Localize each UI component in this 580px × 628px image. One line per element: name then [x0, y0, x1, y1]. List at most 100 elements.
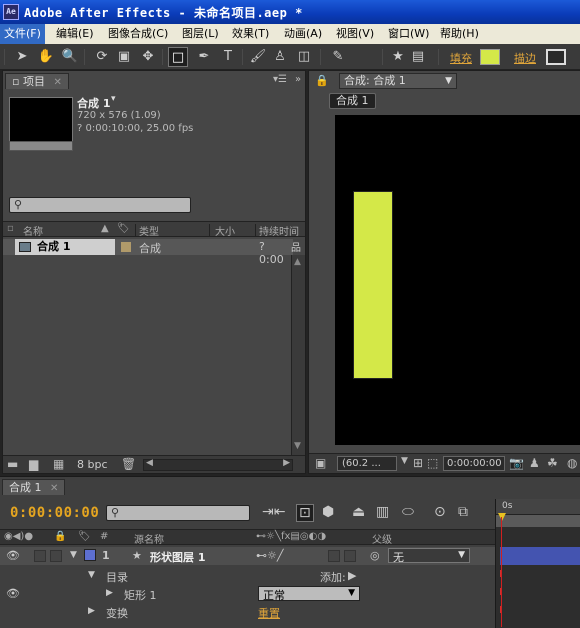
menu-window[interactable]: 窗口(W): [384, 24, 433, 44]
column-name[interactable]: 名称: [23, 223, 43, 238]
reset-link[interactable]: 重置: [258, 605, 280, 621]
current-time[interactable]: 0:00:00:00: [10, 505, 99, 521]
current-time-indicator[interactable]: [498, 513, 506, 627]
lock-icon[interactable]: 🔒: [315, 74, 329, 87]
new-comp-icon[interactable]: ▦: [53, 457, 64, 471]
column-parent[interactable]: 父级: [372, 531, 392, 546]
stroke-color-swatch[interactable]: [546, 49, 566, 65]
panel-options-icon[interactable]: »: [295, 74, 301, 85]
lock-toggle[interactable]: [50, 550, 62, 562]
contents-row[interactable]: ▼ 目录 添加: ▶: [0, 567, 495, 585]
label-column-icon[interactable]: 🏷: [117, 223, 130, 234]
parent-pickwhip-icon[interactable]: ◎: [370, 549, 380, 562]
resolution-icon[interactable]: ◍: [567, 456, 577, 470]
sort-arrow-icon[interactable]: ▲: [101, 223, 109, 234]
tab-project[interactable]: ▫ 项目 ✕: [5, 73, 69, 89]
mask-visibility-icon[interactable]: ⬚: [427, 456, 438, 470]
text-tool-icon[interactable]: T: [218, 47, 238, 67]
timeline-search-input[interactable]: ⚲: [106, 505, 250, 521]
shape-group-name[interactable]: 矩形 1: [124, 587, 157, 603]
column-size[interactable]: 大小: [215, 223, 235, 238]
rectangle-shape[interactable]: [353, 191, 393, 379]
layer-label-color[interactable]: [84, 549, 96, 561]
scroll-up-icon[interactable]: ▲: [294, 257, 301, 267]
project-search-input[interactable]: ⚲: [9, 197, 191, 213]
switches-icon[interactable]: ⊷☼╲fx▤◎◐◑: [256, 531, 326, 542]
comp-dropdown-icon[interactable]: ▾: [111, 94, 116, 104]
chevron-right-icon[interactable]: ▶: [106, 588, 113, 598]
column-duration[interactable]: 持续时间: [259, 223, 299, 238]
scroll-down-icon[interactable]: ▼: [294, 441, 301, 451]
pen-tool-icon[interactable]: ✒: [194, 47, 214, 67]
layer-duration-bar[interactable]: [500, 547, 580, 565]
project-scrollbar[interactable]: ▲ ▼: [291, 255, 305, 455]
time-indicator-head[interactable]: [498, 513, 506, 521]
panel-menu-icon[interactable]: ▾☰: [273, 74, 287, 85]
motion-blur-icon[interactable]: ⬭: [402, 504, 414, 520]
layer-row[interactable]: 👁 ▼ 1 ★ 形状图层 1 ⊷☼╱ ◎ 无 ▼: [0, 547, 495, 565]
graph-editor-icon[interactable]: ⊙: [434, 504, 446, 520]
eraser-tool-icon[interactable]: ◫: [294, 47, 314, 67]
3d-layer-toggle[interactable]: [344, 550, 356, 562]
solo-toggle[interactable]: [34, 550, 46, 562]
draft-3d-icon[interactable]: ⬢: [322, 504, 334, 520]
fill-color-swatch[interactable]: [480, 49, 500, 65]
brainstorm-icon[interactable]: ⧉: [458, 504, 468, 520]
composition-canvas[interactable]: [335, 115, 580, 445]
trash-icon[interactable]: 🗑: [121, 457, 136, 471]
comp-breadcrumb[interactable]: 合成 1: [329, 93, 376, 109]
menu-effect[interactable]: 效果(T): [228, 24, 273, 44]
shape-group-row[interactable]: 👁 ▶ 矩形 1 正常 ▼: [0, 585, 495, 603]
composition-viewer-dropdown[interactable]: 合成: 合成 1 ▼: [339, 73, 457, 89]
comp-mini-flowchart-icon[interactable]: ⇥⇤: [262, 504, 285, 520]
menu-animation[interactable]: 动画(A): [280, 24, 326, 44]
time-ruler[interactable]: 0s: [496, 499, 580, 515]
selection-tool-icon[interactable]: ➤: [12, 47, 32, 67]
label-color-swatch[interactable]: [121, 242, 131, 252]
stroke-label[interactable]: 描边: [514, 50, 536, 66]
work-area-bar[interactable]: [496, 515, 580, 527]
lock-column-icon[interactable]: 🔒: [54, 531, 66, 542]
close-icon[interactable]: ✕: [50, 483, 58, 494]
scroll-left-icon[interactable]: ◀: [146, 458, 153, 468]
layer-switches-icon[interactable]: ⊷☼╱: [256, 549, 283, 562]
motion-blur-toggle[interactable]: [328, 550, 340, 562]
fill-label[interactable]: 填充: [450, 50, 472, 66]
interpret-footage-icon[interactable]: ▬: [7, 457, 18, 471]
brush-tool-icon[interactable]: 🖌: [248, 47, 268, 67]
column-source-name[interactable]: 源名称: [134, 531, 164, 546]
layer-name[interactable]: 形状图层 1: [150, 549, 205, 565]
eye-icon[interactable]: 👁: [6, 549, 20, 562]
label-column-icon[interactable]: 🏷: [78, 531, 91, 542]
project-hscrollbar[interactable]: ◀ ▶: [143, 458, 293, 471]
local-axis-icon[interactable]: ▤: [408, 47, 428, 67]
frame-blending-icon[interactable]: ▥: [376, 504, 389, 520]
menu-view[interactable]: 视图(V): [332, 24, 378, 44]
parent-dropdown[interactable]: 无 ▼: [388, 548, 470, 564]
blend-mode-dropdown[interactable]: 正常 ▼: [258, 586, 360, 602]
puppet-pin-tool-icon[interactable]: ✎: [328, 47, 348, 67]
transform-row[interactable]: ▶ 变换 重置: [0, 603, 495, 621]
hand-tool-icon[interactable]: ✋: [36, 47, 56, 67]
bit-depth[interactable]: 8 bpc: [77, 458, 108, 471]
pan-behind-tool-icon[interactable]: ✥: [138, 47, 158, 67]
chevron-down-icon[interactable]: ▼: [88, 570, 95, 580]
star-icon[interactable]: ★: [388, 47, 408, 67]
channel-icon[interactable]: ☘: [547, 456, 558, 470]
zoom-level[interactable]: (60.2 ...: [337, 456, 397, 471]
live-update-icon[interactable]: ⊡: [296, 504, 314, 522]
timeline-graph[interactable]: 0s I I I: [495, 499, 580, 628]
eye-icon[interactable]: 👁: [6, 587, 20, 600]
camera-tool-icon[interactable]: ▣: [114, 47, 134, 67]
current-time-display[interactable]: 0:00:00:00: [443, 456, 505, 471]
add-menu-icon[interactable]: ▶: [348, 569, 356, 582]
menu-edit[interactable]: 编辑(E): [52, 24, 98, 44]
menu-layer[interactable]: 图层(L): [178, 24, 223, 44]
chevron-down-icon[interactable]: ▼: [401, 456, 408, 466]
safe-zones-icon[interactable]: ⊞: [413, 456, 423, 470]
rotation-tool-icon[interactable]: ⟳: [92, 47, 112, 67]
show-snapshot-icon[interactable]: ♟: [529, 456, 540, 470]
scroll-right-icon[interactable]: ▶: [283, 458, 290, 468]
close-icon[interactable]: ✕: [53, 77, 61, 88]
clone-stamp-tool-icon[interactable]: ♙: [270, 47, 290, 67]
